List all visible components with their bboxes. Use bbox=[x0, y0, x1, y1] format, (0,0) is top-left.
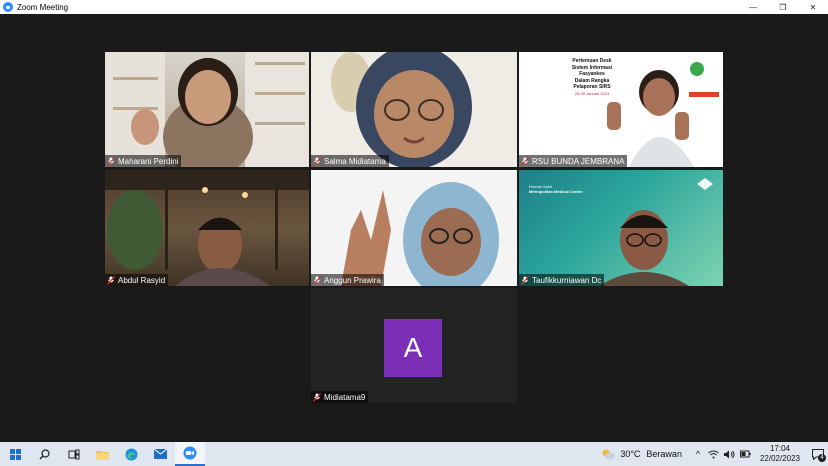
participant-tile[interactable]: Maharani Perdini bbox=[105, 52, 309, 167]
participant-name: RSU BUNDA JEMBRANA bbox=[532, 156, 625, 166]
background-text-line: Metropolitan Medical Centre bbox=[529, 189, 583, 194]
muted-mic-icon bbox=[521, 275, 529, 285]
close-button[interactable]: ✕ bbox=[798, 0, 828, 14]
slide-date: 25-28 Januari 2023 bbox=[574, 90, 610, 96]
participant-name: Maharani Perdini bbox=[118, 156, 179, 166]
participant-tile[interactable]: Pertemuan Desk Sistem Informasi Fasyanke… bbox=[519, 52, 723, 167]
participant-name: Abdul Rasyid bbox=[118, 275, 166, 285]
window-title: Zoom Meeting bbox=[17, 2, 69, 12]
weather-temperature: 30°C bbox=[620, 449, 641, 459]
participant-nameplate: Taufikkurniawan Dc bbox=[519, 274, 605, 286]
zoom-logo-icon bbox=[3, 2, 13, 12]
weather-condition: Berawan bbox=[646, 449, 682, 459]
meeting-gallery: Maharani Perdini Salma Midiatama Pertemu… bbox=[0, 14, 828, 442]
participant-name: Salma Midiatama bbox=[324, 156, 386, 166]
volume-icon[interactable] bbox=[723, 442, 737, 466]
participant-name: Anggun Prawira bbox=[324, 275, 381, 285]
participant-nameplate: Abdul Rasyid bbox=[105, 274, 169, 286]
participant-name: Taufikkurniawan Dc bbox=[532, 275, 602, 285]
participant-tile[interactable]: A Midiatama9 bbox=[311, 288, 517, 403]
clock-date: 22/02/2023 bbox=[759, 454, 800, 463]
participant-video: Pertemuan Desk Sistem Informasi Fasyanke… bbox=[519, 52, 723, 167]
notification-count-badge: 4 bbox=[818, 454, 826, 462]
avatar-letter: A bbox=[403, 332, 423, 363]
restore-button[interactable]: ❐ bbox=[768, 0, 798, 14]
cloudy-weather-icon bbox=[602, 449, 616, 460]
tray-chevron-up-icon[interactable]: ^ bbox=[691, 442, 705, 466]
participant-nameplate: Maharani Perdini bbox=[105, 155, 182, 167]
participant-nameplate: Anggun Prawira bbox=[311, 274, 384, 286]
system-clock[interactable]: 17:04 22/02/2023 bbox=[760, 444, 800, 464]
window-titlebar: Zoom Meeting — ❐ ✕ bbox=[0, 0, 828, 14]
window-controls: — ❐ ✕ bbox=[738, 0, 828, 14]
participant-nameplate: RSU BUNDA JEMBRANA bbox=[519, 155, 628, 167]
wifi-icon[interactable] bbox=[707, 442, 721, 466]
participant-video: Rumah Sakit Metropolitan Medical Centre bbox=[519, 170, 723, 286]
muted-mic-icon bbox=[521, 156, 529, 166]
clock-time: 17:04 bbox=[769, 444, 790, 453]
task-view-icon[interactable] bbox=[59, 442, 88, 466]
system-tray: 30°C Berawan ^ 17:04 22/02/2023 4 bbox=[600, 442, 828, 466]
participant-video bbox=[105, 52, 309, 167]
mail-icon[interactable] bbox=[146, 442, 175, 466]
muted-mic-icon bbox=[313, 275, 321, 285]
muted-mic-icon bbox=[107, 275, 115, 285]
participant-video bbox=[105, 170, 309, 286]
minimize-button[interactable]: — bbox=[738, 0, 768, 14]
muted-mic-icon bbox=[107, 156, 115, 166]
avatar: A bbox=[384, 319, 442, 377]
participant-tile[interactable]: Anggun Prawira bbox=[311, 170, 517, 286]
windows-start-icon[interactable] bbox=[1, 442, 30, 466]
edge-browser-icon[interactable] bbox=[117, 442, 146, 466]
participant-video bbox=[311, 170, 517, 286]
virtual-background-text: Rumah Sakit Metropolitan Medical Centre bbox=[529, 184, 583, 194]
participant-video bbox=[311, 52, 517, 167]
battery-icon[interactable] bbox=[739, 442, 753, 466]
muted-mic-icon bbox=[313, 392, 321, 402]
notification-center-icon[interactable]: 4 bbox=[808, 442, 828, 466]
participant-nameplate: Midiatama9 bbox=[311, 391, 369, 403]
search-icon[interactable] bbox=[30, 442, 59, 466]
zoom-app-icon[interactable] bbox=[175, 442, 205, 466]
windows-taskbar: 30°C Berawan ^ 17:04 22/02/2023 4 bbox=[0, 442, 828, 466]
participant-tile[interactable]: Rumah Sakit Metropolitan Medical Centre … bbox=[519, 170, 723, 286]
file-explorer-icon[interactable] bbox=[88, 442, 117, 466]
slide-text-block: Pertemuan Desk Sistem Informasi Fasyanke… bbox=[557, 58, 627, 97]
participant-tile[interactable]: Abdul Rasyid bbox=[105, 170, 309, 286]
participant-nameplate: Salma Midiatama bbox=[311, 155, 389, 167]
weather-widget[interactable]: 30°C Berawan bbox=[600, 448, 682, 460]
participant-tile-active-speaker[interactable]: Salma Midiatama bbox=[311, 52, 517, 167]
muted-mic-icon bbox=[313, 156, 321, 166]
participant-name: Midiatama9 bbox=[324, 392, 366, 402]
